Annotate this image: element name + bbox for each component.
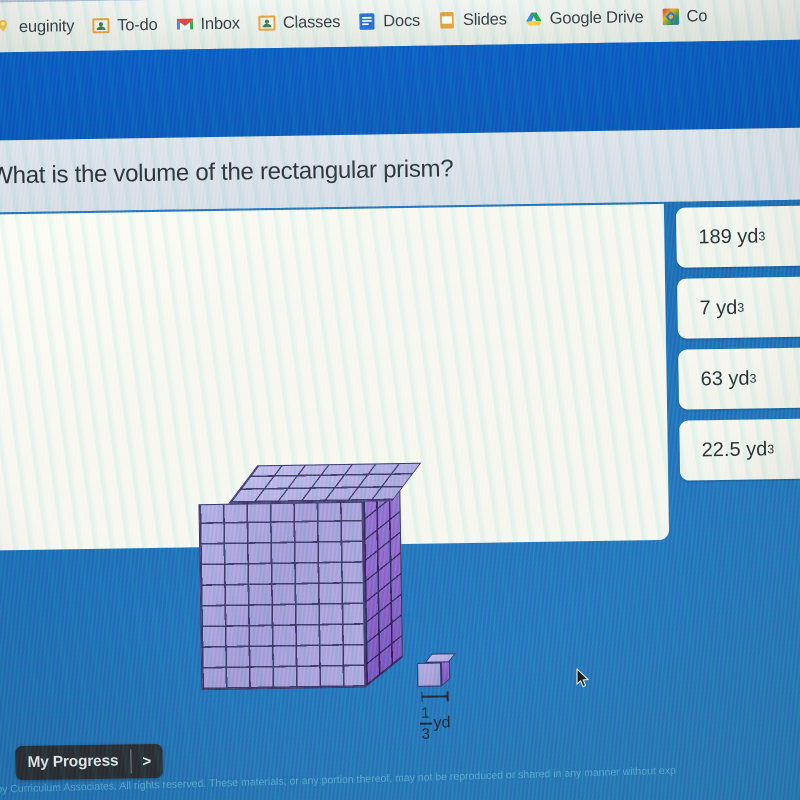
google-docs-icon [358,12,376,30]
fraction-bar [419,722,432,725]
bookmark-item-euginity[interactable]: euginity [0,13,82,42]
fraction-numerator: 1 [421,704,430,722]
photo-of-screen: euginity To-do Inbox Classes Docs Slides… [0,0,800,800]
mouse-cursor-icon [576,668,592,690]
my-progress-label: My Progress [27,752,119,771]
prism-right-face [362,471,403,688]
bookmark-label: Inbox [200,14,241,33]
rectangular-prism-figure [186,462,422,706]
answer-choice-4[interactable]: 22.5 yd 3 [679,417,800,481]
chevron-right-icon[interactable]: > [131,744,162,778]
question-bar: What is the volume of the rectangular pr… [0,127,800,213]
bookmark-item-classes[interactable]: Classes [250,8,349,37]
gmail-icon [175,15,193,33]
screen-content: euginity To-do Inbox Classes Docs Slides… [0,0,800,800]
answer-choice-1[interactable]: 189 yd 3 [675,204,800,268]
unit-cube-legend: 1 3 yd [398,653,471,742]
bookmark-label: Classes [282,12,341,32]
answer-choice-value: 189 yd [698,224,759,248]
unit-cube-dimension-label: 1 3 yd [399,705,472,742]
bookmark-label: Docs [383,11,421,30]
bookmark-label: To-do [117,15,158,34]
prism-top-face [228,462,422,504]
google-classroom-icon [92,17,110,35]
bookmark-item-inbox[interactable]: Inbox [167,10,248,38]
colorful-app-icon [661,8,679,26]
google-drive-icon [525,10,543,28]
bookmark-label: Google Drive [549,7,644,28]
question-prompt: What is the volume of the rectangular pr… [0,155,454,190]
bookmark-item-docs[interactable]: Docs [350,7,428,35]
bookmark-label: Co [686,6,708,26]
google-classroom-icon [258,14,276,32]
unit-cube-front-face [417,662,442,687]
prism-front-face [198,501,366,691]
unit-measure-bracket [421,691,449,701]
answer-choice-value: 22.5 yd [701,437,768,461]
unit-cube-icon [417,653,456,688]
answer-choice-value: 63 yd [700,367,750,390]
fraction-denominator: 3 [421,725,430,743]
bookmark-item-to-do[interactable]: To-do [84,11,166,39]
bookmark-label: euginity [18,16,75,36]
my-progress-button[interactable]: My Progress > [15,743,163,781]
answer-choice-2[interactable]: 7 yd 3 [677,275,800,339]
unit-cube-top-face [424,653,456,663]
bookmark-item-google-drive[interactable]: Google Drive [516,4,651,33]
google-slides-icon [438,11,456,29]
app-header-bar [0,39,800,141]
location-pin-icon [0,18,12,36]
question-content-card: 1 3 yd [0,203,670,742]
fraction-one-third: 1 3 [419,704,432,743]
answer-choices-list: 189 yd 3 7 yd 3 63 yd 3 22.5 yd 3 [675,204,800,481]
answer-choice-3[interactable]: 63 yd 3 [678,346,800,410]
answer-choice-value: 7 yd [699,296,738,319]
bookmark-item-slides[interactable]: Slides [430,6,515,34]
bookmark-item-co[interactable]: Co [653,3,715,31]
bookmark-label: Slides [462,9,507,29]
unit-text: yd [433,714,451,732]
prism-cube-stack [186,462,422,706]
